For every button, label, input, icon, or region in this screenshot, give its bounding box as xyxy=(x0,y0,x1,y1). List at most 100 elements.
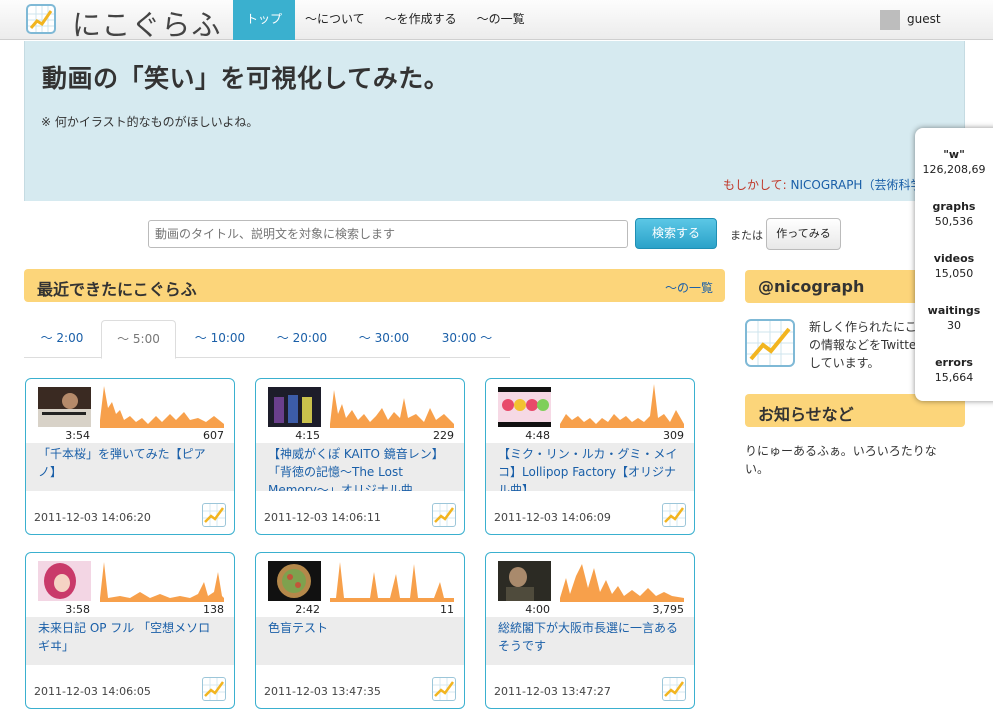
title-box: 【ミク・リン・ルカ・グミ・メイコ】Lollipop Factory【オリジナル曲… xyxy=(486,443,694,491)
news-text: りにゅーあるふぁ。いろいろたりない。 xyxy=(745,444,937,476)
video-thumbnail[interactable] xyxy=(498,387,551,427)
nicograph-icon[interactable] xyxy=(745,319,795,367)
title-box: 色盲テスト xyxy=(256,617,464,665)
twitter-heading[interactable]: @nicograph xyxy=(758,277,864,296)
stat-value: 126,208,69 xyxy=(922,163,986,176)
graph-icon[interactable] xyxy=(662,503,686,527)
tab-20min[interactable]: 〜 20:00 xyxy=(262,320,342,358)
graph-card[interactable]: 2:42 11 色盲テスト 2011-12-03 13:47:35 xyxy=(255,552,465,709)
video-thumbnail[interactable] xyxy=(268,387,321,427)
created-date: 2011-12-03 13:47:35 xyxy=(264,685,381,698)
video-thumbnail[interactable] xyxy=(498,561,551,601)
laugh-graph xyxy=(560,564,684,602)
laugh-graph xyxy=(560,384,684,428)
hero-banner: 動画の「笑い」を可視化してみた。 ※ 何かイラスト的なものがほしいよね。 もしか… xyxy=(24,41,965,201)
graph-icon[interactable] xyxy=(202,677,226,701)
tab-5min[interactable]: 〜 5:00 xyxy=(101,320,176,359)
video-title[interactable]: 未来日記 OP フル 「空想メソロギヰ」 xyxy=(38,619,222,655)
search-input[interactable] xyxy=(148,220,628,248)
video-title[interactable]: 【神威がくぽ KAITO 鏡音レン】「背徳の記憶〜The Lost Memory… xyxy=(268,445,452,491)
title-box: 未来日記 OP フル 「空想メソロギヰ」 xyxy=(26,617,234,665)
video-duration: 4:15 xyxy=(295,429,320,442)
laugh-graph xyxy=(330,390,454,428)
list-link[interactable]: 〜の一覧 xyxy=(665,279,713,296)
stat-errors: errors 15,664 xyxy=(915,356,993,384)
graph-icon[interactable] xyxy=(202,503,226,527)
graph-icon[interactable] xyxy=(662,677,686,701)
title-box: 「千本桜」を弾いてみた【ピアノ】 xyxy=(26,443,234,491)
video-thumbnail[interactable] xyxy=(38,387,91,427)
created-date: 2011-12-03 14:06:11 xyxy=(264,511,381,524)
title-box: 総統閣下が大阪市長選に一言あるそうです xyxy=(486,617,694,665)
graph-card[interactable]: 4:00 3,795 総統閣下が大阪市長選に一言あるそうです 2011-12-0… xyxy=(485,552,695,709)
stats-panel: "w" 126,208,69 graphs 50,536 videos 15,050 … xyxy=(915,128,993,401)
laugh-graph xyxy=(100,562,224,602)
video-thumbnail[interactable] xyxy=(38,561,91,601)
stat-key: waitings xyxy=(927,304,981,317)
video-title[interactable]: 総統閣下が大阪市長選に一言あるそうです xyxy=(498,619,682,655)
video-thumbnail[interactable] xyxy=(268,561,321,601)
graph-icon[interactable] xyxy=(432,677,456,701)
make-button[interactable]: 作ってみる xyxy=(766,218,841,250)
stat-graphs: graphs 50,536 xyxy=(915,200,993,228)
title-box: 【神威がくぽ KAITO 鏡音レン】「背徳の記憶〜The Lost Memory… xyxy=(256,443,464,491)
video-title[interactable]: 【ミク・リン・ルカ・グミ・メイコ】Lollipop Factory【オリジナル曲… xyxy=(498,445,682,491)
graph-card[interactable]: 4:48 309 【ミク・リン・ルカ・グミ・メイコ】Lollipop Facto… xyxy=(485,378,695,535)
top-navbar: にこぐらふ トップ 〜について 〜を作成する 〜の一覧 guest xyxy=(0,0,993,42)
tab-30min-plus[interactable]: 30:00 〜 xyxy=(426,320,508,358)
comment-count: 229 xyxy=(433,429,454,442)
recent-section-header: 最近できたにこぐらふ 〜の一覧 xyxy=(24,269,725,302)
comment-count: 138 xyxy=(203,603,224,616)
graph-card[interactable]: 3:54 607 「千本桜」を弾いてみた【ピアノ】 2011-12-03 14:… xyxy=(25,378,235,535)
video-duration: 4:48 xyxy=(525,429,550,442)
stat-key: graphs xyxy=(932,200,976,213)
news-heading: お知らせなど xyxy=(758,405,854,424)
laugh-graph xyxy=(330,562,454,602)
created-date: 2011-12-03 14:06:20 xyxy=(34,511,151,524)
comment-count: 11 xyxy=(440,603,454,616)
stat-waitings: waitings 30 xyxy=(915,304,993,332)
logo-icon[interactable] xyxy=(26,4,56,34)
logo-text[interactable]: にこぐらふ xyxy=(72,2,221,44)
stat-value: 15,664 xyxy=(934,371,974,384)
created-date: 2011-12-03 14:06:05 xyxy=(34,685,151,698)
user-name[interactable]: guest xyxy=(907,12,941,26)
stat-key: "w" xyxy=(943,148,965,161)
stat-w: "w" 126,208,69 xyxy=(915,148,993,176)
main-nav: トップ 〜について 〜を作成する 〜の一覧 xyxy=(233,0,535,40)
tab-30min[interactable]: 〜 30:00 xyxy=(344,320,424,358)
laugh-graph xyxy=(100,386,224,428)
stat-value: 50,536 xyxy=(934,215,974,228)
video-title[interactable]: 「千本桜」を弾いてみた【ピアノ】 xyxy=(38,445,222,481)
comment-count: 3,795 xyxy=(652,603,685,616)
nav-list[interactable]: 〜の一覧 xyxy=(467,0,535,40)
tab-2min[interactable]: 〜 2:00 xyxy=(24,320,100,358)
comment-count: 607 xyxy=(203,429,224,442)
nav-top[interactable]: トップ xyxy=(233,0,296,40)
did-you-mean-label: もしかして: xyxy=(723,178,791,192)
graph-icon[interactable] xyxy=(432,503,456,527)
created-date: 2011-12-03 13:47:27 xyxy=(494,685,611,698)
comment-count: 309 xyxy=(663,429,684,442)
tab-10min[interactable]: 〜 10:00 xyxy=(180,320,260,358)
stat-value: 15,050 xyxy=(934,267,974,280)
nav-about[interactable]: 〜について xyxy=(295,0,375,40)
stat-value: 30 xyxy=(947,319,961,332)
page-title: 動画の「笑い」を可視化してみた。 xyxy=(42,64,450,93)
video-duration: 3:58 xyxy=(65,603,90,616)
nav-create[interactable]: 〜を作成する xyxy=(375,0,467,40)
search-button[interactable]: 検索する xyxy=(635,218,717,249)
did-you-mean: もしかして: NICOGRAPH（芸術科学会） xyxy=(723,176,946,193)
video-duration: 3:54 xyxy=(65,429,90,442)
hero-note: ※ 何かイラスト的なものがほしいよね。 xyxy=(41,115,259,129)
graph-card[interactable]: 3:58 138 未来日記 OP フル 「空想メソロギヰ」 2011-12-03… xyxy=(25,552,235,709)
video-duration: 2:42 xyxy=(295,603,320,616)
stat-videos: videos 15,050 xyxy=(915,252,993,280)
created-date: 2011-12-03 14:06:09 xyxy=(494,511,611,524)
recent-heading: 最近できたにこぐらふ xyxy=(37,280,197,299)
graph-card[interactable]: 4:15 229 【神威がくぽ KAITO 鏡音レン】「背徳の記憶〜The Lo… xyxy=(255,378,465,535)
avatar[interactable] xyxy=(880,10,900,30)
stat-key: videos xyxy=(933,252,975,265)
video-title[interactable]: 色盲テスト xyxy=(268,619,452,637)
or-label: または xyxy=(730,229,763,242)
